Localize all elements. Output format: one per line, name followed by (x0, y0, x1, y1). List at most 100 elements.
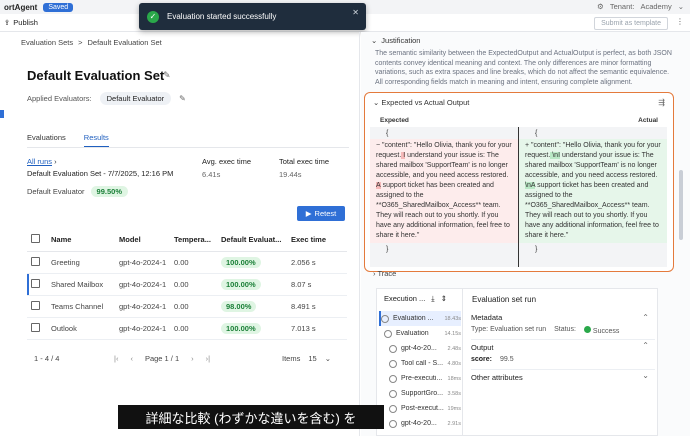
settings-icon[interactable]: ⚙ (597, 2, 604, 11)
actual-close-brace: } (535, 246, 538, 253)
row-checkbox[interactable] (31, 322, 40, 332)
row-checkbox[interactable] (31, 278, 40, 288)
total-exec-time: Total exec time 19.44s (279, 157, 329, 179)
exec-item[interactable]: gpt-4o-20... 2.91s (379, 416, 461, 431)
exec-item-time: 2.48s (447, 345, 461, 352)
node-icon (384, 329, 392, 338)
wrap-toggle-icon[interactable]: ⇶ (658, 98, 665, 107)
row-time: 8.491 s (287, 295, 347, 318)
node-icon (389, 344, 397, 353)
output-section[interactable]: Output score: 99.5 (471, 339, 655, 363)
chevron-up-icon[interactable]: ⌃ (642, 313, 649, 322)
breadcrumb-current: Default Evaluation Set (87, 38, 162, 47)
row-checkbox-cell (27, 295, 47, 318)
status-value: Success (592, 328, 620, 335)
row-score-cell: 100.00% (217, 251, 287, 274)
col-default-evaluator[interactable]: Default Evaluat... (217, 229, 287, 252)
avg-exec-time: Avg. exec time 6.41s (202, 157, 251, 179)
chevron-right-icon: › (54, 157, 57, 166)
table-row[interactable]: Teams Channel gpt-4o-2024-1 0.00 98.00% … (27, 295, 347, 318)
metadata-section[interactable]: Metadata Type: Evaluation set run Status… (471, 313, 655, 335)
breadcrumb-separator: > (78, 38, 83, 47)
exec-item[interactable]: gpt-4o-20... 2.48s (379, 341, 461, 356)
justification-header[interactable]: ⌄ Justification (371, 36, 420, 45)
tenant-selector[interactable]: Academy (640, 2, 671, 11)
row-model: gpt-4o-2024-1 (115, 251, 170, 274)
exec-item[interactable]: Pre-executi... 18ms (379, 371, 461, 386)
top-bar-right: ⚙ Tenant: Academy ⌄ (597, 2, 684, 11)
row-checkbox[interactable] (31, 300, 40, 310)
exec-item-label: gpt-4o-20... (401, 420, 437, 427)
row-checkbox[interactable] (31, 256, 40, 266)
evaluator-score-badge: 99.50% (90, 186, 128, 197)
row-score-cell: 100.00% (217, 273, 287, 296)
chevron-up-icon[interactable]: ⌃ (642, 341, 649, 350)
close-icon[interactable]: ✕ (352, 8, 359, 17)
prev-page-icon[interactable]: ‹ (130, 354, 133, 363)
exec-item[interactable]: SupportGro... 3.58s (379, 386, 461, 401)
evaluator-chip[interactable]: Default Evaluator (99, 92, 172, 105)
pencil-icon[interactable]: ✎ (163, 70, 171, 81)
expected-text-tail: support ticket has been created and assi… (376, 182, 510, 239)
download-icon[interactable]: ⤓ (431, 294, 434, 304)
evaluator-label: Default Evaluator (27, 187, 85, 196)
exec-item[interactable]: Evaluation ... 18.43s (379, 311, 461, 326)
chevron-down-icon[interactable]: ⌄ (642, 371, 649, 380)
col-name[interactable]: Name (47, 229, 115, 252)
expected-label: Expected (380, 117, 409, 124)
tab-results[interactable]: Results (83, 133, 109, 148)
select-all-checkbox[interactable] (31, 234, 40, 244)
first-page-icon[interactable]: |‹ (114, 354, 118, 363)
table-row[interactable]: Outlook gpt-4o-2024-1 0.00 100.00% 7.013… (27, 317, 347, 340)
publish-button[interactable]: ⇪ Publish (4, 18, 38, 27)
breadcrumb-root[interactable]: Evaluation Sets (21, 38, 73, 47)
edit-evaluators-icon[interactable]: ✎ (179, 94, 186, 103)
exec-item[interactable]: Post-execut... 19ms (379, 401, 461, 416)
evaluator-summary: Default Evaluator 99.50% (27, 186, 128, 197)
saved-badge: Saved (43, 2, 74, 12)
chevron-down-icon[interactable]: ⌄ (678, 2, 684, 11)
all-runs-link[interactable]: All runs (27, 157, 52, 166)
exec-item-label: Pre-executi... (401, 375, 443, 382)
exec-item[interactable]: Evaluation 14.15s (379, 326, 461, 341)
trace-header[interactable]: › Trace (373, 269, 396, 278)
breadcrumb: Evaluation Sets > Default Evaluation Set (21, 38, 162, 47)
exec-item-time: 14.15s (444, 330, 461, 337)
execution-tree: Execution ... ⤓ ⇕ Evaluation ... 18.43s … (377, 289, 463, 436)
other-attributes-section[interactable]: Other attributes (471, 369, 655, 382)
row-model: gpt-4o-2024-1 (115, 295, 170, 318)
justification-label: Justification (381, 36, 421, 45)
diff-header[interactable]: ⌄ Expected vs Actual Output (373, 98, 469, 107)
next-page-icon[interactable]: › (191, 354, 194, 363)
collapse-icon[interactable]: ⇕ (441, 294, 447, 304)
table-row[interactable]: Greeting gpt-4o-2024-1 0.00 100.00% 2.05… (27, 251, 347, 274)
row-temp: 0.00 (170, 251, 217, 274)
col-exec-time[interactable]: Exec time (287, 229, 347, 252)
submit-as-template-button[interactable]: Submit as template (594, 17, 668, 30)
items-select[interactable]: 15 (308, 354, 316, 363)
expected-column: { − "content": "Hello Olivia, thank you … (370, 127, 518, 267)
more-icon[interactable]: ⋮ (676, 17, 684, 26)
exec-item-time: 19ms (447, 405, 461, 412)
status-label: Status: (554, 326, 576, 333)
tab-evaluations[interactable]: Evaluations (27, 133, 66, 148)
row-score: 100.00% (221, 256, 261, 268)
row-temp: 0.00 (170, 295, 217, 318)
row-temp: 0.00 (170, 273, 217, 296)
exec-item-time: 18.43s (444, 315, 461, 322)
retest-button[interactable]: ▶ Retest (297, 206, 345, 221)
expected-content: − "content": "Hello Olivia, thank you fo… (370, 139, 518, 243)
chevron-down-icon[interactable]: ⌄ (325, 354, 331, 363)
exec-item-label: Evaluation (396, 330, 429, 337)
node-icon (389, 374, 397, 383)
col-model[interactable]: Model (115, 229, 170, 252)
submit-label: Submit as template (601, 20, 661, 27)
table-row[interactable]: Shared Mailbox gpt-4o-2024-1 0.00 100.00… (27, 273, 347, 296)
execution-title: Execution ... (384, 294, 426, 303)
exec-item-time: 2.91s (447, 420, 461, 427)
select-all-cell (27, 229, 47, 252)
last-page-icon[interactable]: ›| (206, 354, 210, 363)
exec-item[interactable]: Tool call - S... 4.80s (379, 356, 461, 371)
scrollbar[interactable] (679, 170, 683, 240)
col-temperature[interactable]: Tempera... (170, 229, 217, 252)
